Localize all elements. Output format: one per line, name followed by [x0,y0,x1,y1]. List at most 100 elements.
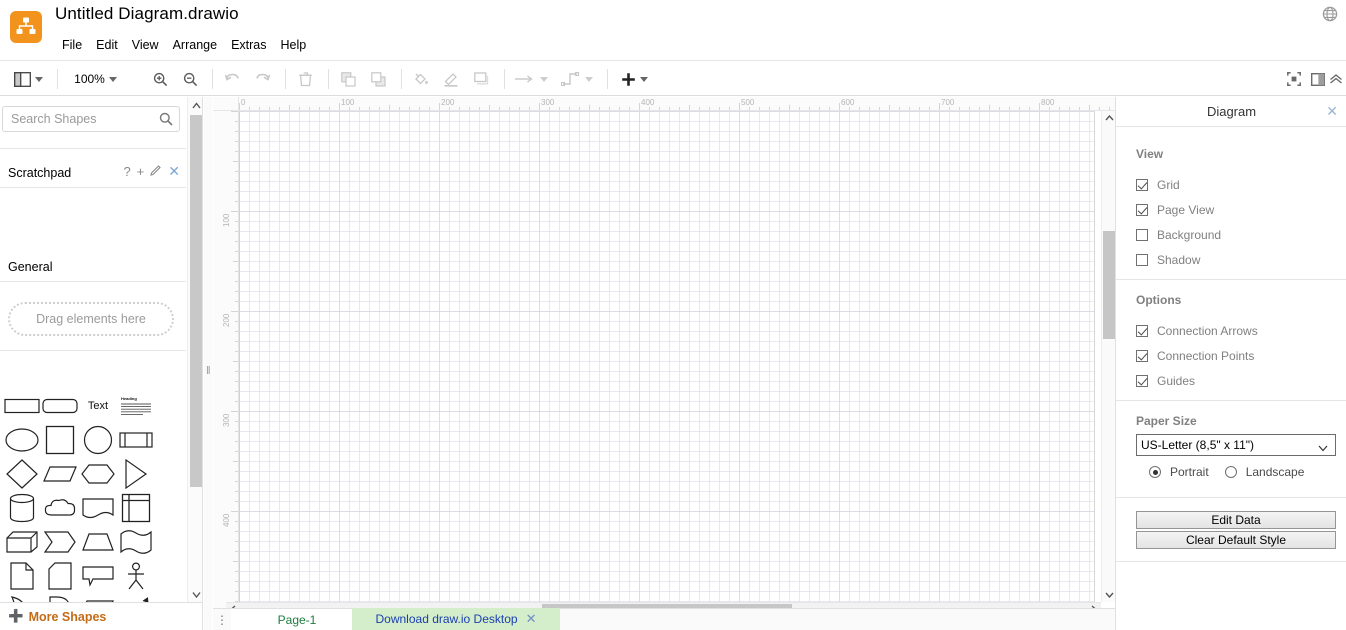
menu-extras[interactable]: Extras [224,35,273,55]
page-view-checkbox[interactable] [1136,204,1148,216]
ruler-tick [429,107,430,110]
trash-icon[interactable] [291,65,319,93]
shape-cube[interactable] [4,525,40,559]
shape-cloud[interactable] [42,491,78,525]
page-menu-icon[interactable]: ⋮ [213,609,231,630]
portrait-label: Portrait [1170,465,1209,479]
zoom-level-button[interactable]: 100% [68,65,123,93]
shape-rectangle[interactable] [4,389,40,423]
shape-step[interactable] [42,525,78,559]
sidebar-scroll-down-icon[interactable] [188,586,202,602]
plus-insert-icon[interactable] [613,65,655,93]
landscape-radio[interactable] [1224,466,1237,478]
fullscreen-icon[interactable] [1282,65,1306,93]
search-box[interactable] [2,106,180,132]
more-shapes-button[interactable]: ➕ More Shapes [0,602,202,630]
sidebar-scroll-thumb[interactable] [190,115,202,487]
fill-color-icon[interactable] [407,65,435,93]
send-to-back-icon[interactable] [364,65,392,93]
zoom-in-icon[interactable] [146,65,174,93]
edge-style-icon[interactable] [556,65,598,93]
sidebar-scrollbar[interactable] [187,97,202,630]
background-checkbox[interactable] [1136,229,1148,241]
arrow-connection-icon[interactable] [510,65,552,93]
shape-trapezoid[interactable] [80,525,116,559]
scratchpad-dropzone[interactable]: Drag elements here [8,302,174,336]
ruler-tick [739,103,740,110]
chevron-down-icon [585,76,593,82]
canvas-scroll-down-icon[interactable] [1103,588,1115,602]
shape-diamond[interactable] [4,457,40,491]
bring-to-front-icon[interactable] [334,65,362,93]
shape-hexagon[interactable] [80,457,116,491]
close-icon[interactable]: ✕ [168,164,180,178]
shadow-checkbox[interactable] [1136,254,1148,266]
grid-area[interactable] [239,111,1101,602]
edit-data-button[interactable]: Edit Data [1136,511,1336,529]
ruler-tick [235,191,238,192]
close-icon[interactable]: ✕ [526,611,537,627]
download-desktop-link[interactable]: Download draw.io Desktop [376,612,518,626]
diagram-canvas[interactable]: 0 100 200 300 400 500 600 700 800 100 200 300 400 [213,97,1115,630]
portrait-radio[interactable] [1149,466,1161,478]
ruler-tick [609,107,610,110]
chevron-up-icon[interactable] [1326,65,1346,93]
shape-actor[interactable] [118,559,154,593]
line-color-icon[interactable] [437,65,465,93]
paper-size-value: US-Letter (8,5" x 11") [1141,438,1255,452]
redo-icon[interactable] [248,65,276,93]
shape-process[interactable] [118,423,154,457]
canvas-vertical-scrollbar[interactable] [1101,111,1115,602]
shape-square[interactable] [42,423,78,457]
menu-arrange[interactable]: Arrange [166,35,224,55]
shape-rounded-rectangle[interactable] [42,389,78,423]
close-icon[interactable]: ✕ [1326,103,1338,120]
ruler-tick [233,361,238,362]
connection-arrows-checkbox[interactable] [1136,325,1148,337]
connection-points-checkbox[interactable] [1136,350,1148,362]
general-section-header[interactable]: General [0,254,186,280]
clear-default-style-button[interactable]: Clear Default Style [1136,531,1336,549]
question-mark-icon[interactable]: ? [123,165,130,178]
sidebar-splitter[interactable]: ‖ [204,97,212,630]
shape-callout[interactable] [80,559,116,593]
plus-icon[interactable]: + [137,165,145,178]
canvas-scroll-up-icon[interactable] [1103,111,1115,125]
shape-card[interactable] [42,559,78,593]
page-tab-page-1[interactable]: Page-1 [231,608,364,630]
zoom-out-icon[interactable] [176,65,204,93]
sidebar-scroll-up-icon[interactable] [188,97,202,113]
canvas-vertical-scroll-thumb[interactable] [1103,231,1115,339]
shape-internal-storage[interactable] [118,491,154,525]
menu-edit[interactable]: Edit [89,35,125,55]
shape-note[interactable] [4,559,40,593]
search-icon[interactable] [159,112,173,129]
scratchpad-section-header[interactable]: Scratchpad ? + ✕ [0,160,186,186]
paper-size-select[interactable]: US-Letter (8,5" x 11") [1136,434,1336,456]
menu-view[interactable]: View [125,35,166,55]
shape-circle[interactable] [80,423,116,457]
menu-file[interactable]: File [55,35,89,55]
ruler-tick [319,107,320,110]
page-sheet[interactable] [239,111,1095,602]
search-input[interactable] [9,107,155,131]
shape-cylinder[interactable] [4,491,40,525]
ruler-tick [235,151,238,152]
pencil-icon[interactable] [150,164,162,178]
globe-icon[interactable] [1318,2,1342,26]
view-layout-button[interactable] [10,65,46,93]
shape-triangle[interactable] [118,457,154,491]
shape-document[interactable] [80,491,116,525]
ruler-tick [1019,107,1020,110]
undo-icon[interactable] [218,65,246,93]
shape-text[interactable]: Text [80,389,116,423]
shadow-icon[interactable] [467,65,495,93]
shape-heading-textblock[interactable]: Heading [118,389,154,423]
menu-help[interactable]: Help [274,35,314,55]
ruler-tick [231,411,238,412]
shape-parallelogram[interactable] [42,457,78,491]
guides-checkbox[interactable] [1136,375,1148,387]
shape-tape[interactable] [118,525,154,559]
grid-checkbox[interactable] [1136,179,1148,191]
shape-ellipse[interactable] [4,423,40,457]
